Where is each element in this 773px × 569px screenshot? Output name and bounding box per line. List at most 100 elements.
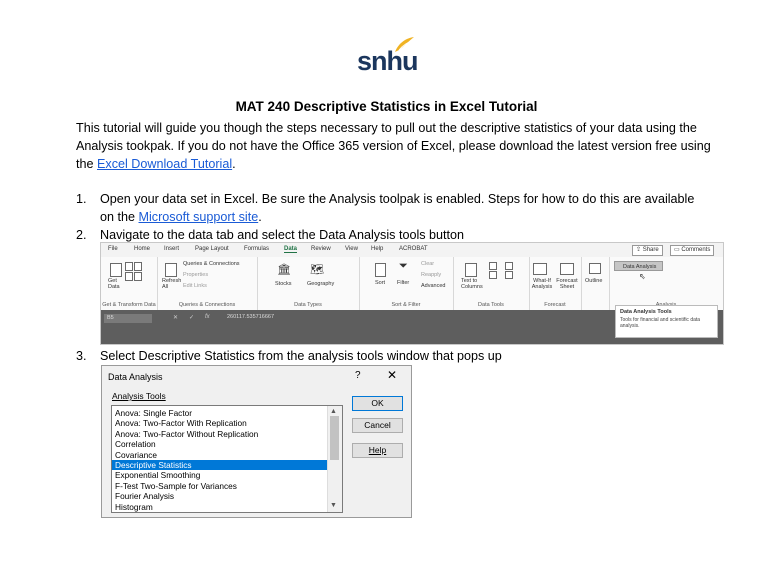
geography-button[interactable]: Geography	[307, 281, 334, 287]
group-label: Forecast	[544, 302, 566, 308]
clear-button[interactable]: Clear	[421, 261, 434, 267]
group-label: Sort & Filter	[391, 302, 421, 308]
web-icon	[134, 262, 142, 271]
text-to-columns-icon	[465, 263, 477, 277]
bank-icon: 🏛	[277, 264, 291, 276]
group-label: Data Types	[294, 302, 322, 308]
excel-download-link[interactable]: Excel Download Tutorial	[97, 157, 232, 171]
group-forecast: What-If Analysis Forecast Sheet Forecast	[529, 257, 582, 310]
scroll-down-icon[interactable]: ▼	[330, 502, 337, 509]
tab-data[interactable]: Data	[284, 246, 298, 253]
stocks-button[interactable]: Stocks	[275, 281, 292, 287]
refresh-all-button[interactable]: Refresh All	[162, 278, 181, 290]
group-label: Queries & Connections	[178, 302, 236, 308]
sort-button[interactable]: Sort	[375, 280, 385, 286]
data-analysis-tooltip: Data Analysis Tools Tools for financial …	[615, 305, 718, 338]
intro-period: .	[232, 157, 236, 171]
cancel-icon: ✕	[173, 315, 179, 321]
edit-links-button[interactable]: Edit Links	[183, 283, 207, 289]
share-icon: ⇪	[636, 247, 643, 253]
remove-duplicates-icon	[489, 271, 497, 279]
list-item[interactable]: Anova: Two-Factor With Replication	[112, 418, 328, 428]
list-item[interactable]: Anova: Single Factor	[112, 408, 328, 418]
group-get-transform: Get Data Get & Transform Data	[101, 257, 158, 310]
scroll-up-icon[interactable]: ▲	[330, 408, 337, 415]
cursor-icon: ⇖	[639, 272, 646, 281]
group-data-types: 🏛 🗺 Stocks Geography Data Types	[257, 257, 360, 310]
tooltip-title: Data Analysis Tools	[620, 309, 672, 315]
step-1-period: .	[258, 210, 262, 224]
queries-connections-button[interactable]: Queries & Connections	[183, 261, 240, 267]
cancel-button[interactable]: Cancel	[352, 418, 403, 433]
close-icon[interactable]: ✕	[387, 368, 397, 382]
list-item-selected[interactable]: Descriptive Statistics	[112, 460, 328, 471]
group-queries: Refresh All Queries & Connections Proper…	[157, 257, 258, 310]
step-text: Select Descriptive Statistics from the a…	[100, 349, 502, 363]
scroll-thumb[interactable]	[330, 416, 339, 460]
scrollbar[interactable]: ▲ ▼	[327, 406, 342, 512]
comments-label: Comments	[681, 247, 711, 253]
reapply-button[interactable]: Reapply	[421, 272, 441, 278]
list-item[interactable]: Fourier Analysis	[112, 491, 328, 501]
ribbon-body: Get Data Get & Transform Data Refresh Al…	[101, 257, 723, 311]
group-data-tools: Text to Columns Data Tools	[453, 257, 530, 310]
share-button[interactable]: ⇪ Share	[632, 245, 663, 256]
sort-icon	[375, 263, 386, 277]
data-analysis-label: Data Analysis	[623, 264, 657, 270]
intro-paragraph: This tutorial will guide you though the …	[76, 119, 716, 173]
tab-help[interactable]: Help	[371, 246, 383, 252]
list-item[interactable]: Anova: Two-Factor Without Replication	[112, 429, 328, 439]
outline-button[interactable]: Outline	[585, 278, 602, 284]
list-item[interactable]: Histogram	[112, 502, 328, 512]
filter-icon: ⏷	[399, 260, 408, 272]
group-label: Get & Transform Data	[102, 302, 156, 308]
refresh-icon	[165, 263, 177, 277]
function-icon: fx	[205, 314, 210, 320]
forecast-sheet-button[interactable]: Forecast Sheet	[556, 278, 578, 290]
what-if-icon	[533, 263, 547, 275]
formula-value[interactable]: 260117.535716667	[227, 314, 274, 320]
properties-button[interactable]: Properties	[183, 272, 208, 278]
step-number: 2.	[76, 228, 87, 242]
filter-button[interactable]: Filter	[397, 280, 409, 286]
tab-view[interactable]: View	[345, 246, 358, 252]
tab-review[interactable]: Review	[311, 246, 331, 252]
comments-button[interactable]: ▭ Comments	[670, 245, 715, 256]
consolidate-icon	[505, 262, 513, 270]
text-csv-icon	[125, 262, 133, 271]
name-box[interactable]: B5	[104, 314, 152, 323]
share-label: Share	[642, 247, 659, 253]
help-icon[interactable]: ?	[355, 370, 361, 381]
tab-file[interactable]: File	[108, 246, 118, 252]
relationships-icon	[505, 271, 513, 279]
map-icon: 🗺	[310, 264, 324, 276]
recent-icon	[134, 272, 142, 281]
what-if-button[interactable]: What-If Analysis	[529, 278, 555, 290]
ok-button[interactable]: OK	[352, 396, 403, 411]
list-item[interactable]: F-Test Two-Sample for Variances	[112, 481, 328, 491]
data-analysis-button[interactable]: Data Analysis	[614, 261, 663, 271]
tab-home[interactable]: Home	[134, 246, 150, 252]
step-number: 1.	[76, 192, 87, 206]
tab-formulas[interactable]: Formulas	[244, 246, 269, 252]
step-text: Open your data set in Excel. Be sure the…	[100, 190, 710, 226]
tab-insert[interactable]: Insert	[164, 246, 179, 252]
ribbon-tabs: File Home Insert Page Layout Formulas Da…	[101, 243, 723, 257]
list-item[interactable]: Covariance	[112, 450, 328, 460]
get-data-button[interactable]: Get Data	[108, 278, 124, 290]
tab-acrobat[interactable]: ACROBAT	[399, 246, 428, 252]
group-outline: Outline	[581, 257, 610, 310]
microsoft-support-link[interactable]: Microsoft support site	[139, 210, 259, 224]
snhu-logo: snhu	[357, 36, 418, 76]
analysis-tools-listbox[interactable]: Anova: Single Factor Anova: Two-Factor W…	[111, 405, 343, 513]
help-button[interactable]: Help	[352, 443, 403, 458]
page-title: MAT 240 Descriptive Statistics in Excel …	[235, 99, 538, 114]
text-to-columns-button[interactable]: Text to Columns	[461, 278, 483, 290]
list-item[interactable]: Exponential Smoothing	[112, 470, 328, 480]
analysis-tools-label-text: Analysis Tools	[112, 391, 166, 401]
tab-page-layout[interactable]: Page Layout	[195, 246, 229, 252]
enter-icon: ✓	[189, 315, 195, 321]
data-analysis-dialog: Data Analysis ? ✕ Analysis Tools Anova: …	[101, 365, 412, 518]
advanced-button[interactable]: Advanced	[421, 283, 445, 289]
list-item[interactable]: Correlation	[112, 439, 328, 449]
